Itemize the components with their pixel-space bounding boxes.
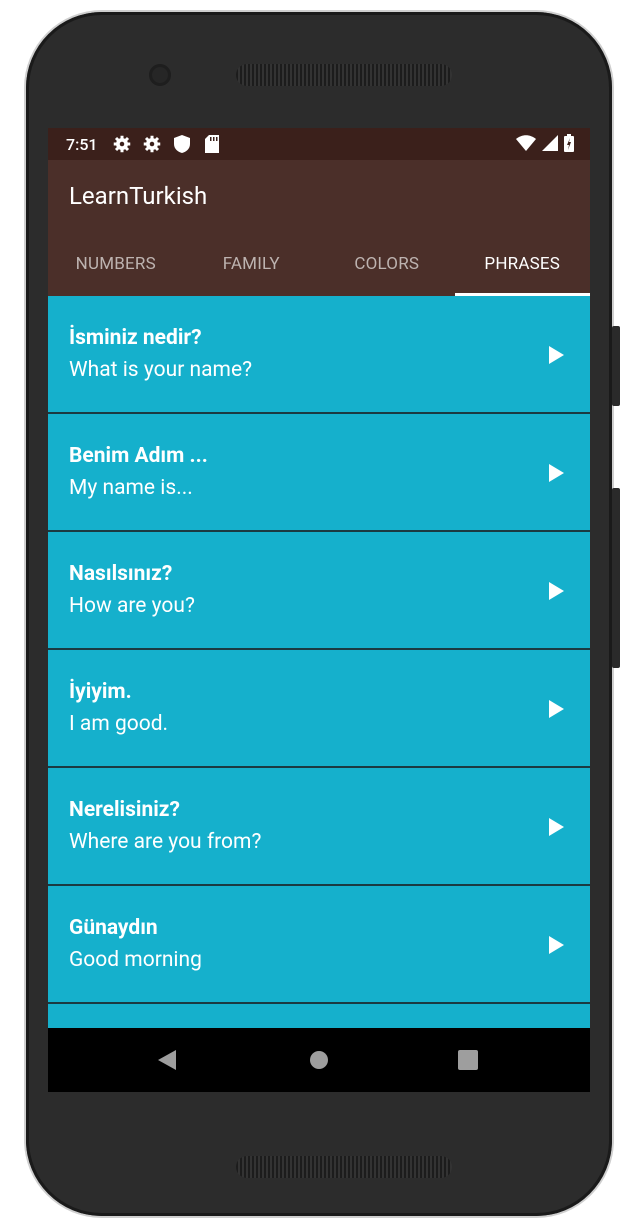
play-icon[interactable] <box>549 936 564 954</box>
list-item[interactable]: Benim Adım ... My name is... <box>48 414 590 532</box>
volume-button <box>612 326 620 406</box>
navigation-bar <box>48 1028 590 1092</box>
list-item[interactable]: Günaydın Good morning <box>48 886 590 1004</box>
english-translation: My name is... <box>69 476 193 500</box>
tab-family[interactable]: FAMILY <box>184 232 320 296</box>
tab-numbers[interactable]: NUMBERS <box>48 232 184 296</box>
english-translation: What is your name? <box>69 358 253 382</box>
status-right <box>516 134 574 156</box>
play-icon[interactable] <box>549 700 564 718</box>
english-translation: Where are you from? <box>69 830 262 854</box>
screen: 7:51 LearnTurkish NUMBERS FAMILY COLORS … <box>48 128 590 1092</box>
shield-icon <box>172 134 192 154</box>
battery-icon <box>564 134 574 156</box>
wifi-icon <box>516 135 536 155</box>
tab-colors[interactable]: COLORS <box>319 232 455 296</box>
list-item[interactable]: Nerelisiniz? Where are you from? <box>48 768 590 886</box>
power-button <box>612 488 620 668</box>
play-icon[interactable] <box>549 346 564 364</box>
sd-card-icon <box>202 134 222 154</box>
settings-icon <box>112 134 132 154</box>
turkish-phrase: İyiyim. <box>69 680 132 704</box>
play-icon[interactable] <box>549 818 564 836</box>
turkish-phrase: İsminiz nedir? <box>69 326 202 350</box>
status-bar: 7:51 <box>48 128 590 160</box>
turkish-phrase: Nerelisiniz? <box>69 798 180 822</box>
turkish-phrase: Nasılsınız? <box>69 562 173 586</box>
play-icon[interactable] <box>549 464 564 482</box>
list-item[interactable]: İyiyim. I am good. <box>48 650 590 768</box>
app-bar: LearnTurkish <box>48 160 590 232</box>
back-icon[interactable] <box>158 1050 176 1070</box>
phrase-list: İsminiz nedir? What is your name? Benim … <box>48 296 590 1004</box>
recents-icon[interactable] <box>458 1050 478 1070</box>
tab-phrases[interactable]: PHRASES <box>454 232 591 296</box>
tab-bar: NUMBERS FAMILY COLORS PHRASES <box>48 232 590 296</box>
top-speaker <box>236 64 452 86</box>
list-item[interactable]: İsminiz nedir? What is your name? <box>48 296 590 414</box>
list-item[interactable]: Nasılsınız? How are you? <box>48 532 590 650</box>
home-icon[interactable] <box>310 1051 328 1069</box>
english-translation: How are you? <box>69 594 195 618</box>
signal-icon <box>542 135 558 155</box>
english-translation: Good morning <box>69 948 202 972</box>
turkish-phrase: Günaydın <box>69 916 158 940</box>
english-translation: I am good. <box>69 712 169 736</box>
play-icon[interactable] <box>549 582 564 600</box>
settings-icon <box>142 134 162 154</box>
status-time: 7:51 <box>66 134 98 154</box>
app-title: LearnTurkish <box>69 182 208 210</box>
turkish-phrase: Benim Adım ... <box>69 444 208 468</box>
front-camera <box>149 64 171 86</box>
bottom-speaker <box>236 1156 452 1178</box>
